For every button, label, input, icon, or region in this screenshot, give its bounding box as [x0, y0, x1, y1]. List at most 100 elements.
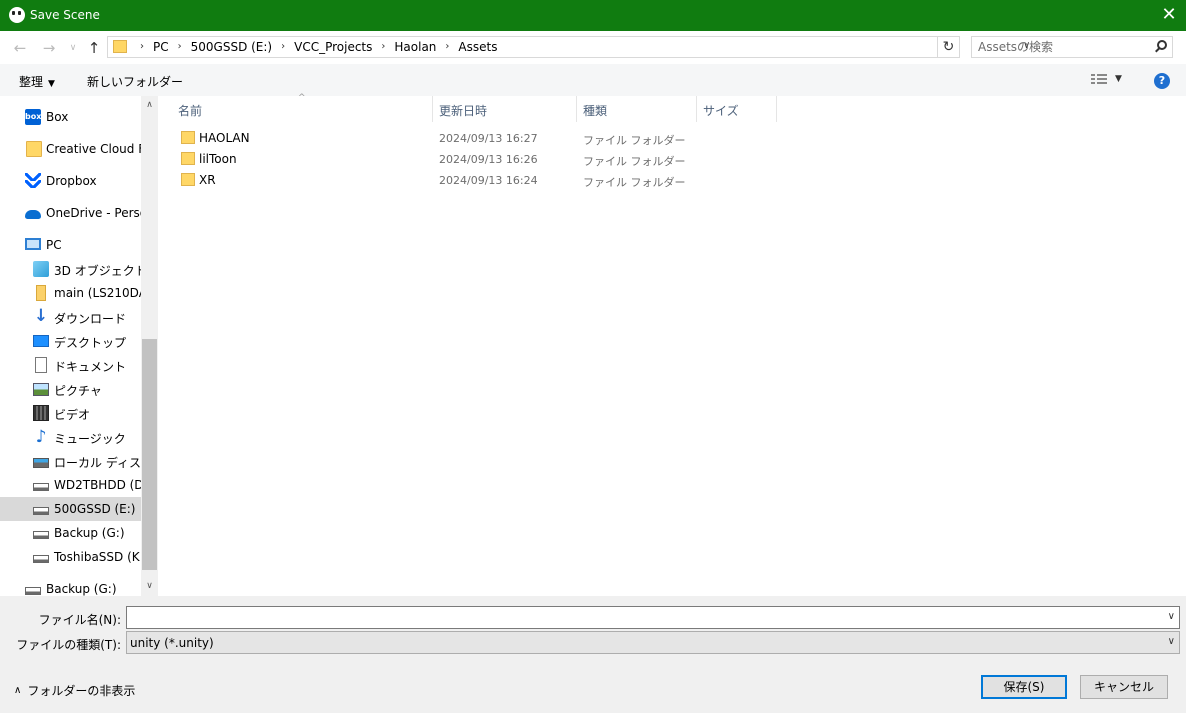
nav-item-toshibassd[interactable]: ToshibaSSD (K:)	[0, 545, 141, 569]
help-icon: ?	[1158, 74, 1166, 87]
chevron-up-icon: ∧	[14, 685, 22, 696]
nav-item-3d-objects[interactable]: 3D オブジェクト	[0, 257, 141, 281]
nav-item-desktop[interactable]: デスクトップ	[0, 329, 141, 353]
arrow-left-icon: ←	[13, 39, 27, 57]
save-form: ファイル名(N): ∨ ファイルの種類(T): unity (*.unity) …	[0, 596, 1186, 713]
nav-item-label: main (LS210DA0	[54, 286, 141, 300]
navigation-pane: box Box Creative Cloud Files Dropbox One…	[0, 96, 141, 596]
navigation-scrollbar[interactable]: ∧ ∨	[141, 96, 158, 596]
nav-item-music[interactable]: ♪ ミュージック	[0, 425, 141, 449]
dropbox-icon	[25, 173, 41, 189]
nav-item-label: ダウンロード	[54, 312, 127, 326]
nav-item-onedrive[interactable]: OneDrive - Personal	[0, 201, 141, 225]
nav-item-backup-g[interactable]: Backup (G:)	[0, 521, 141, 545]
scroll-up-icon[interactable]: ∧	[141, 100, 158, 110]
pc-icon	[25, 238, 41, 250]
help-button[interactable]: ?	[1154, 73, 1170, 89]
nav-item-pc[interactable]: PC	[0, 233, 141, 257]
file-row[interactable]: HAOLAN 2024/09/13 16:27 ファイル フォルダー	[173, 128, 793, 149]
column-header-name[interactable]: 名前	[178, 102, 202, 119]
file-date: 2024/09/13 16:24	[439, 174, 538, 187]
filetype-value: unity (*.unity)	[130, 636, 214, 650]
details-view-icon	[1091, 73, 1107, 85]
nav-item-label: Box	[46, 110, 69, 124]
onedrive-icon	[25, 210, 41, 219]
search-input[interactable]	[978, 39, 1148, 55]
network-drive-icon	[36, 285, 46, 301]
forward-button[interactable]: →	[40, 39, 58, 57]
breadcrumb-vcc-projects[interactable]: VCC_Projects	[293, 40, 373, 54]
box-icon: box	[25, 109, 41, 125]
nav-item-network-main[interactable]: main (LS210DA0	[0, 281, 141, 305]
nav-item-downloads[interactable]: ↓ ダウンロード	[0, 305, 141, 329]
folder-icon	[181, 173, 195, 186]
hide-folders-toggle[interactable]: ∧ フォルダーの非表示	[14, 682, 135, 699]
column-header-size[interactable]: サイズ	[703, 102, 739, 119]
breadcrumb-haolan[interactable]: Haolan	[393, 40, 437, 54]
filename-input[interactable]	[131, 610, 1161, 624]
breadcrumb-drive[interactable]: 500GSSD (E:)	[190, 40, 273, 54]
music-icon: ♪	[35, 427, 47, 447]
window-title: Save Scene	[30, 8, 100, 22]
nav-item-label: WD2TBHDD (D:)	[54, 478, 141, 492]
file-type: ファイル フォルダー	[583, 134, 686, 147]
scroll-down-icon[interactable]: ∨	[141, 581, 158, 591]
picture-icon	[33, 383, 49, 396]
back-button[interactable]: ←	[11, 39, 29, 57]
address-bar[interactable]: › PC › 500GSSD (E:) › VCC_Projects › Hao…	[107, 36, 1030, 58]
nav-item-pictures[interactable]: ピクチャ	[0, 377, 141, 401]
column-divider[interactable]	[432, 96, 433, 122]
file-row[interactable]: XR 2024/09/13 16:24 ファイル フォルダー	[173, 170, 793, 191]
nav-item-wd2tbhdd[interactable]: WD2TBHDD (D:)	[0, 473, 141, 497]
breadcrumb: › PC › 500GSSD (E:) › VCC_Projects › Hao…	[132, 40, 498, 54]
sort-ascending-icon: ^	[298, 93, 306, 103]
close-button[interactable]: ✕	[1152, 0, 1186, 31]
3d-objects-icon	[33, 261, 49, 277]
recent-locations-button[interactable]: ∨	[64, 39, 82, 57]
command-bar: 整理 ▼ 新しいフォルダー ▼ ?	[0, 64, 1186, 96]
column-header-date[interactable]: 更新日時	[439, 102, 487, 119]
chevron-down-icon: ∨	[1167, 636, 1175, 647]
nav-item-documents[interactable]: ドキュメント	[0, 353, 141, 377]
arrow-right-icon: →	[42, 39, 56, 57]
save-button[interactable]: 保存(S)	[981, 675, 1067, 699]
drive-icon	[33, 483, 49, 491]
refresh-button[interactable]: ↻	[938, 36, 960, 58]
system-drive-icon	[33, 458, 49, 468]
title-bar: Save Scene ✕	[0, 0, 1186, 31]
nav-item-local-disk-c[interactable]: ローカル ディスク (C:)	[0, 449, 141, 473]
organize-menu[interactable]: 整理 ▼	[19, 73, 55, 90]
nav-item-box[interactable]: box Box	[0, 105, 141, 129]
nav-item-videos[interactable]: ビデオ	[0, 401, 141, 425]
file-row[interactable]: lilToon 2024/09/13 16:26 ファイル フォルダー	[173, 149, 793, 170]
breadcrumb-assets[interactable]: Assets	[457, 40, 498, 54]
nav-item-backup-g-root[interactable]: Backup (G:)	[0, 577, 141, 596]
breadcrumb-pc[interactable]: PC	[152, 40, 170, 54]
nav-item-creative-cloud[interactable]: Creative Cloud Files	[0, 137, 141, 161]
nav-item-label: OneDrive - Personal	[46, 206, 141, 220]
nav-item-500gssd[interactable]: 500GSSD (E:)	[0, 497, 141, 521]
column-divider[interactable]	[776, 96, 777, 122]
cancel-button[interactable]: キャンセル	[1080, 675, 1168, 699]
new-folder-button[interactable]: 新しいフォルダー	[87, 73, 183, 90]
refresh-icon: ↻	[942, 39, 955, 55]
file-date: 2024/09/13 16:26	[439, 153, 538, 166]
hide-folders-label: フォルダーの非表示	[27, 684, 136, 698]
filetype-label: ファイルの種類(T):	[16, 638, 121, 652]
filename-combobox[interactable]: ∨	[126, 606, 1180, 629]
nav-item-label: Backup (G:)	[46, 582, 117, 596]
column-header-type[interactable]: 種類	[583, 102, 607, 119]
file-type: ファイル フォルダー	[583, 176, 686, 189]
scrollbar-thumb[interactable]	[142, 339, 157, 570]
nav-item-label: PC	[46, 238, 62, 252]
search-box[interactable]	[971, 36, 1173, 58]
chevron-right-icon: ›	[177, 41, 182, 52]
filetype-select[interactable]: unity (*.unity) ∨	[126, 631, 1180, 654]
view-options-button[interactable]: ▼	[1091, 73, 1122, 85]
column-divider[interactable]	[576, 96, 577, 122]
file-list: ^ 名前 更新日時 種類 サイズ HAOLAN 2024/09/13 16:27…	[158, 93, 1186, 596]
chevron-down-icon[interactable]: ∨	[1168, 611, 1175, 622]
nav-item-dropbox[interactable]: Dropbox	[0, 169, 141, 193]
column-divider[interactable]	[696, 96, 697, 122]
up-button[interactable]: ↑	[85, 39, 103, 57]
